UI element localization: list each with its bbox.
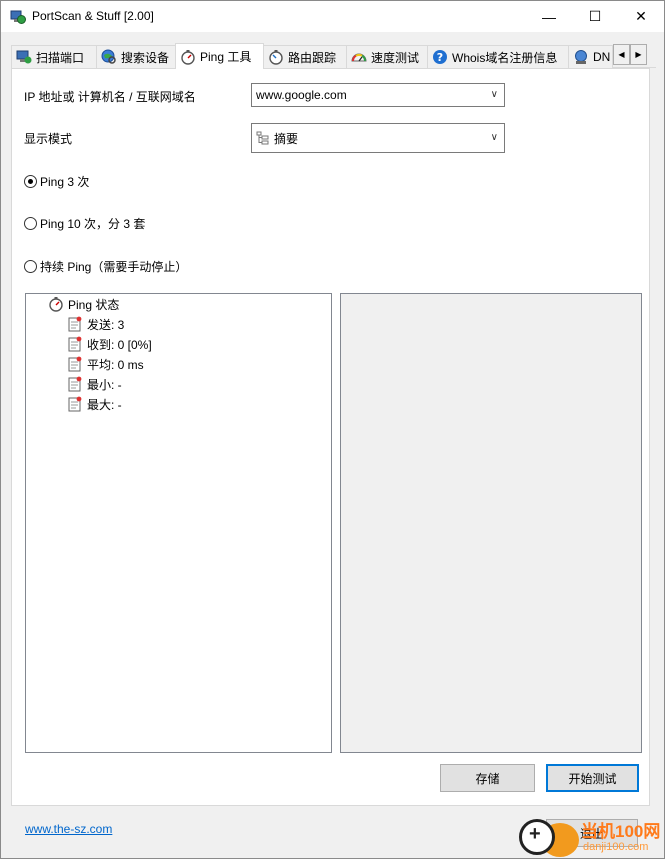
start-test-button[interactable]: 开始测试 [546,764,639,792]
document-icon [68,376,82,392]
output-panel[interactable] [340,293,642,753]
tab-port-scan[interactable]: 扫描端口 [11,45,97,68]
website-link[interactable]: www.the-sz.com [25,822,112,836]
tree-item[interactable]: 最小: - [67,375,122,393]
document-icon [68,396,82,412]
tree-item-label: 最小: - [87,377,122,392]
monitor-globe-icon [16,50,32,64]
ping-panel: IP 地址或 计算机名 / 互联网域名 www.google.com ∨ 显示模… [11,68,650,806]
radio-label: 持续 Ping（需要手动停止） [40,260,188,274]
document-icon [68,356,82,372]
tree-item[interactable]: 发送: 3 [67,315,124,333]
tab-ping[interactable]: Ping 工具 [175,43,264,69]
radio-dot[interactable] [24,217,37,230]
radio-ping-continuous[interactable]: 持续 Ping（需要手动停止） [24,258,187,275]
stopwatch-route-icon [269,50,283,65]
radio-label: Ping 3 次 [40,175,90,189]
tab-traceroute[interactable]: 路由跟踪 [263,45,347,68]
tab-scroll-left-button[interactable]: ◀ [613,44,630,65]
app-icon [10,10,26,24]
tab-speed-test[interactable]: 速度测试 [346,45,428,68]
network-globe-icon [575,50,587,64]
mode-label: 显示模式 [24,132,73,146]
mode-combobox[interactable]: 摘要 ∨ [251,123,505,153]
tab-label: 搜索设备 [121,50,170,65]
save-button[interactable]: 存储 [440,764,535,792]
globe-search-icon [101,49,116,64]
tree-item-label: 收到: 0 [0%] [87,337,152,352]
title-bar[interactable]: PortScan & Stuff [2.00] — ☐ ✕ [1,1,664,32]
chevron-down-icon: ∨ [490,89,498,100]
document-icon [68,336,82,352]
tab-strip: 扫描端口 搜索设备 Ping 工具 路由跟踪 速度测试 ? Whois域名注册信… [11,43,656,69]
radio-label: Ping 10 次，分 3 套 [40,217,146,231]
window-title: PortScan & Stuff [2.00] [32,9,154,23]
mode-value: 摘要 [274,131,299,146]
svg-text:?: ? [437,51,443,64]
tree-item-label: 最大: - [87,397,122,412]
close-button[interactable]: ✕ [618,1,664,32]
tree-item-label: 发送: 3 [87,317,125,332]
stopwatch-icon [181,49,195,65]
tab-label: DN [593,50,611,64]
tab-label: Ping 工具 [200,50,252,64]
chevron-down-icon: ∨ [490,132,498,143]
host-value: www.google.com [256,88,347,102]
radio-ping-3[interactable]: Ping 3 次 [24,173,89,190]
tree-item[interactable]: 平均: 0 ms [67,355,144,373]
tree-item-label: 平均: 0 ms [87,357,144,372]
help-circle-icon: ? [433,50,447,64]
tree-root-label: Ping 状态 [68,297,120,312]
host-label: IP 地址或 计算机名 / 互联网域名 [24,90,196,104]
radio-dot[interactable] [24,260,37,273]
watermark-plus-icon: + [529,823,541,845]
tab-scroll-right-button[interactable]: ▶ [630,44,647,65]
tab-dns[interactable]: DN [568,45,613,68]
radio-dot[interactable] [24,175,37,188]
tab-label: 扫描端口 [36,50,85,65]
tree-item[interactable]: 收到: 0 [0%] [67,335,152,353]
exit-button[interactable]: 退出 [546,819,638,847]
tab-whois[interactable]: ? Whois域名注册信息 [427,45,569,68]
ping-status-tree[interactable]: Ping 状态 发送: 3 收到: 0 [0%] 平均: 0 ms 最小: - … [25,293,332,753]
speedometer-icon [351,53,367,62]
maximize-button[interactable]: ☐ [572,1,618,32]
tree-list-icon [256,131,269,145]
tab-label: 速度测试 [371,50,420,65]
tab-device-search[interactable]: 搜索设备 [96,45,176,68]
tree-item[interactable]: 最大: - [67,395,122,413]
document-icon [68,316,82,332]
tab-label: Whois域名注册信息 [452,50,558,65]
host-combobox[interactable]: www.google.com ∨ [251,83,505,107]
radio-ping-10[interactable]: Ping 10 次，分 3 套 [24,215,145,232]
tree-root[interactable]: Ping 状态 [48,295,119,313]
minimize-button[interactable]: — [526,1,572,32]
app-window: PortScan & Stuff [2.00] — ☐ ✕ 扫描端口 搜索设备 [0,0,665,859]
tab-label: 路由跟踪 [288,50,337,65]
stopwatch-icon [49,297,63,312]
